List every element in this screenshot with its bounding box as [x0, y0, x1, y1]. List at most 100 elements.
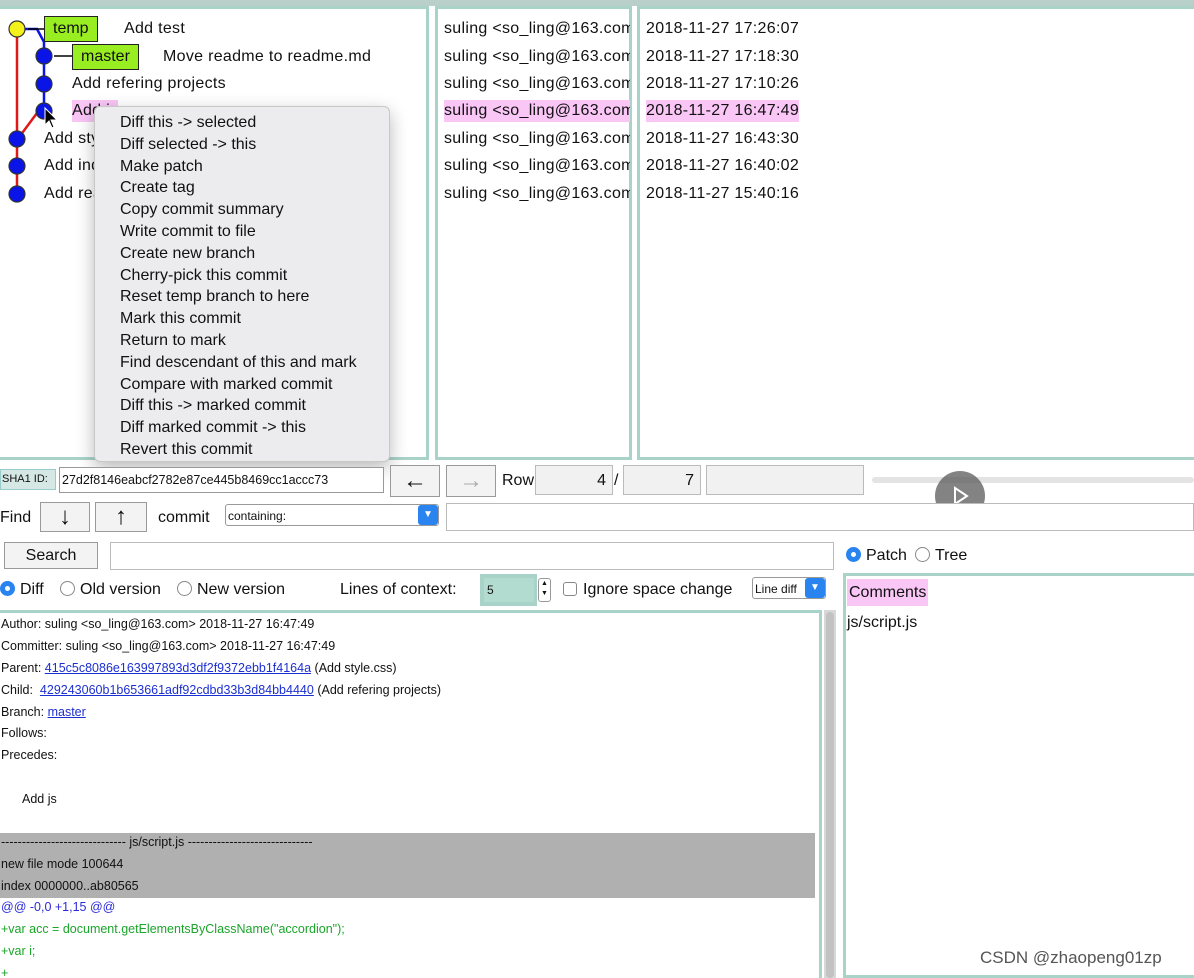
menu-item-diff-selected-this[interactable]: Diff selected -> this	[95, 134, 389, 156]
find-input[interactable]	[446, 503, 1194, 531]
row-current-field: 4	[535, 465, 613, 495]
find-next-button[interactable]: ↓	[40, 502, 90, 532]
commit-node	[35, 47, 53, 65]
find-mode-value: containing:	[228, 509, 287, 523]
detail-follows: Follows:	[1, 726, 47, 740]
commit-date[interactable]: 2018-11-27 16:40:02	[646, 155, 799, 177]
detail-child: Child: 429243060b1b653661adf92cdbd33b3d8…	[1, 683, 441, 697]
commit-author[interactable]: suling <so_ling@163.com>	[444, 18, 630, 40]
commit-node	[35, 75, 53, 93]
forward-button[interactable]: →	[446, 465, 496, 497]
commit-author-selected[interactable]: suling <so_ling@163.com>	[444, 100, 630, 122]
commit-date[interactable]: 2018-11-27 17:10:26	[646, 73, 799, 95]
menu-item-make-patch[interactable]: Make patch	[95, 156, 389, 178]
commit-author[interactable]: suling <so_ling@163.com>	[444, 128, 630, 150]
menu-item-revert-commit[interactable]: Revert this commit	[95, 439, 389, 461]
radio-icon	[177, 581, 192, 596]
commit-date[interactable]: 2018-11-27 17:18:30	[646, 46, 799, 68]
commit-authors-pane[interactable]: suling <so_ling@163.com> suling <so_ling…	[435, 6, 632, 460]
menu-item-reset-branch[interactable]: Reset temp branch to here	[95, 286, 389, 308]
diff-added-line: +var i;	[1, 944, 36, 958]
commit-summary[interactable]: Move readme to readme.md	[163, 46, 371, 68]
menu-item-diff-marked-this[interactable]: Diff marked commit -> this	[95, 417, 389, 439]
menu-item-return-to-mark[interactable]: Return to mark	[95, 330, 389, 352]
arrow-up-icon: ↑	[115, 503, 127, 530]
file-entry[interactable]: js/script.js	[847, 612, 917, 634]
menu-item-create-tag[interactable]: Create tag	[95, 177, 389, 199]
chevron-down-icon: ▼	[805, 578, 825, 598]
sha1-label: SHA1 ID:	[0, 469, 56, 490]
branch-link[interactable]: master	[48, 705, 86, 719]
child-sha-link[interactable]: 429243060b1b653661adf92cdbd33b3d84bb4440	[40, 683, 314, 697]
diff-radio[interactable]: Diff	[0, 580, 44, 600]
chevron-down-icon: ▼	[418, 505, 438, 525]
commit-date-selected[interactable]: 2018-11-27 16:47:49	[646, 100, 800, 122]
watermark: CSDN @zhaopeng01zp	[980, 948, 1162, 967]
parent-sha-link[interactable]: 415c5c8086e163997893d3df2f9372ebb1f4164a	[45, 661, 311, 675]
arrow-right-icon: →	[459, 467, 483, 494]
tag-temp[interactable]: temp	[44, 16, 98, 42]
menu-item-diff-this-marked[interactable]: Diff this -> marked commit	[95, 395, 389, 417]
progress-track	[872, 477, 1194, 483]
detail-precedes: Precedes:	[1, 748, 58, 762]
ignore-space-label: Ignore space change	[583, 581, 733, 598]
commit-node	[8, 130, 26, 148]
radio-selected-icon	[0, 581, 15, 596]
progress-field	[706, 465, 864, 495]
commit-author[interactable]: suling <so_ling@163.com>	[444, 46, 630, 68]
commit-node	[8, 20, 26, 38]
find-commit-label: commit	[158, 509, 210, 526]
commit-author[interactable]: suling <so_ling@163.com>	[444, 73, 630, 95]
menu-item-copy-commit-summary[interactable]: Copy commit summary	[95, 199, 389, 221]
row-label: Row	[502, 472, 535, 489]
commit-summary[interactable]: Add test	[124, 18, 185, 40]
detail-committer: Committer: suling <so_ling@163.com> 2018…	[1, 639, 336, 653]
old-version-label: Old version	[80, 581, 161, 598]
diff-scrollbar-thumb[interactable]	[826, 612, 834, 978]
diff-mode-value: Line diff	[755, 582, 797, 596]
diff-view[interactable]: Author: suling <so_ling@163.com> 2018-11…	[0, 610, 822, 978]
row-total-field: 7	[623, 465, 701, 495]
commit-date[interactable]: 2018-11-27 15:40:16	[646, 183, 799, 205]
commit-date[interactable]: 2018-11-27 16:43:30	[646, 128, 799, 150]
search-button[interactable]: Search	[4, 542, 98, 569]
row-separator: /	[614, 472, 619, 489]
find-prev-button[interactable]: ↑	[95, 502, 147, 532]
tree-radio[interactable]: Tree	[915, 546, 967, 566]
diff-mode-select[interactable]: Line diff ▼	[752, 577, 826, 599]
commit-date[interactable]: 2018-11-27 17:26:07	[646, 18, 799, 40]
menu-item-diff-this-selected[interactable]: Diff this -> selected	[95, 112, 389, 134]
menu-item-cherry-pick[interactable]: Cherry-pick this commit	[95, 265, 389, 287]
ignore-space-checkbox[interactable]: Ignore space change	[563, 580, 732, 600]
tree-label: Tree	[935, 547, 968, 564]
diff-label: Diff	[20, 581, 44, 598]
menu-item-create-new-branch[interactable]: Create new branch	[95, 243, 389, 265]
new-version-radio[interactable]: New version	[177, 580, 285, 600]
arrow-left-icon: ←	[403, 467, 427, 494]
sha1-input[interactable]: 27d2f8146eabcf2782e87ce445b8469cc1accc73	[59, 467, 384, 493]
menu-item-write-commit-to-file[interactable]: Write commit to file	[95, 221, 389, 243]
detail-branch: Branch: master	[1, 705, 86, 719]
menu-item-find-descendant[interactable]: Find descendant of this and mark	[95, 352, 389, 374]
comments-entry[interactable]: Comments	[847, 579, 929, 606]
diff-mode-line: new file mode 100644	[1, 857, 124, 871]
search-input[interactable]	[110, 542, 834, 570]
menu-item-compare-marked[interactable]: Compare with marked commit	[95, 374, 389, 396]
context-lines-input[interactable]: 5	[484, 578, 534, 602]
patch-radio[interactable]: Patch	[846, 546, 907, 566]
find-mode-select[interactable]: containing: ▼	[225, 504, 439, 526]
tag-master[interactable]: master	[72, 44, 139, 70]
menu-item-mark-commit[interactable]: Mark this commit	[95, 308, 389, 330]
diff-file-header: ------------------------------ js/script…	[1, 835, 313, 849]
detail-parent: Parent: 415c5c8086e163997893d3df2f9372eb…	[1, 661, 397, 675]
old-version-radio[interactable]: Old version	[60, 580, 161, 600]
file-list-pane[interactable]: Comments js/script.js	[843, 573, 1194, 978]
radio-selected-icon	[846, 547, 861, 562]
commit-author[interactable]: suling <so_ling@163.com>	[444, 155, 630, 177]
back-button[interactable]: ←	[390, 465, 440, 497]
commit-summary[interactable]: Add refering projects	[72, 73, 226, 95]
commit-dates-pane[interactable]: 2018-11-27 17:26:07 2018-11-27 17:18:30 …	[637, 6, 1194, 460]
context-label: Lines of context:	[340, 581, 457, 598]
commit-author[interactable]: suling <so_ling@163.com>	[444, 183, 630, 205]
context-stepper[interactable]: ▲ ▼	[538, 578, 551, 602]
